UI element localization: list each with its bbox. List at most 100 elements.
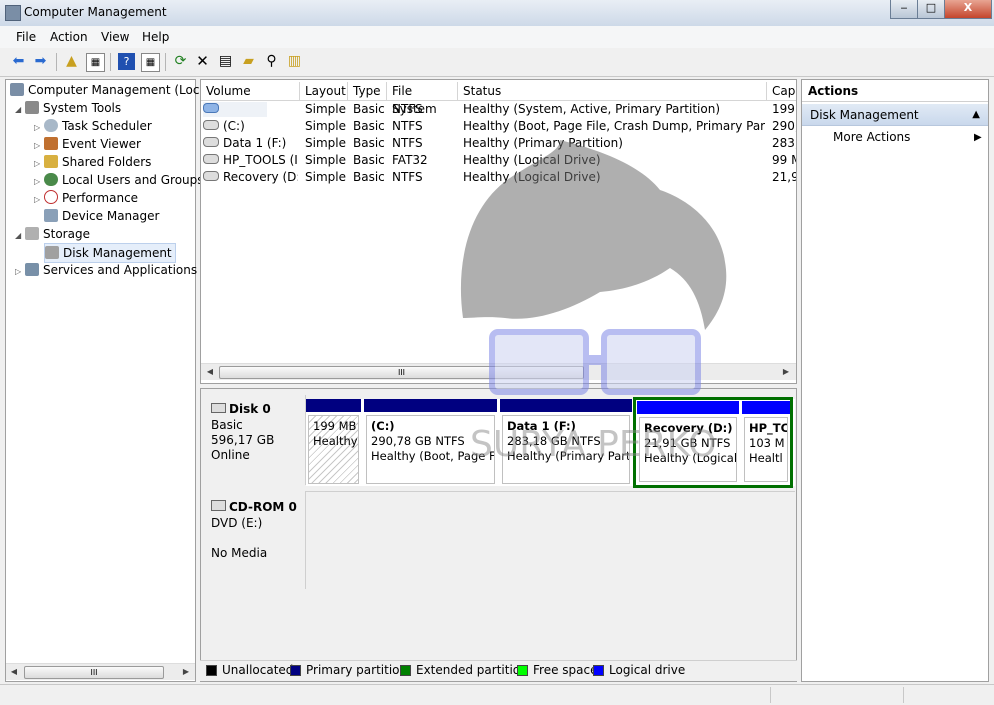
cell-status: Healthy (Logical Drive) <box>463 153 601 167</box>
forward-arrow-icon[interactable]: ➡ <box>32 53 49 70</box>
volume-icon <box>203 137 219 147</box>
help-icon[interactable]: ? <box>118 53 135 70</box>
cd-drive-icon <box>211 500 226 511</box>
menu-file[interactable]: File <box>16 30 36 44</box>
partition-system-reserved[interactable]: 199 MB Healthy <box>306 399 361 486</box>
table-row[interactable]: Recovery (D:) Simple Basic NTFS Healthy (Log… <box>201 169 796 186</box>
open-folder-icon[interactable]: ▰ <box>240 53 257 70</box>
table-row[interactable]: Data 1 (F:) Simple Basic NTFS Healthy (Prima… <box>201 135 796 152</box>
list-horizontal-scrollbar[interactable]: ◀ III ▶ <box>201 363 796 380</box>
cell-volume: Data 1 (F:) <box>203 135 298 152</box>
properties-icon[interactable]: ▤ <box>217 53 234 70</box>
partition-size: 290,78 GB NTFS <box>371 434 465 448</box>
disk0-info[interactable]: Disk 0 Basic 596,17 GB Online <box>204 395 306 485</box>
partition-legend: Unallocated Primary partition Extended p… <box>200 660 797 681</box>
show-hide-tree-icon[interactable]: ▦ <box>86 53 105 72</box>
cdrom0-area <box>306 491 795 590</box>
tree-item-device-manager[interactable]: Device Manager <box>44 207 159 225</box>
disk0-state: Online <box>211 448 250 462</box>
partition-data1-f[interactable]: Data 1 (F:) 283,18 GB NTFS Healthy (Prim… <box>500 399 632 486</box>
actions-pane: Actions Disk Management ▲ More Actions ▶ <box>801 79 989 682</box>
more-actions[interactable]: More Actions <box>833 130 910 144</box>
partition-size: 199 MB <box>313 419 357 433</box>
close-button[interactable]: X <box>944 0 992 19</box>
cell-cap: 283, <box>772 136 796 150</box>
actions-section-disk-management[interactable]: Disk Management ▲ <box>802 104 988 126</box>
legend-swatch-free-space <box>517 665 528 676</box>
collapse-arrow-icon[interactable]: ◢ <box>15 101 25 119</box>
col-layout[interactable]: Layout <box>300 82 348 100</box>
up-folder-icon[interactable]: ▲ <box>63 53 80 70</box>
partition-status: Healthy (Boot, Page Fil <box>371 449 495 463</box>
table-row[interactable]: HP_TOOLS (I:) Simple Basic FAT32 Healthy (Lo… <box>201 152 796 169</box>
cdrom0-state: No Media <box>211 546 268 560</box>
scroll-right-icon[interactable]: ▶ <box>179 665 193 679</box>
col-file-system[interactable]: File System <box>387 82 458 116</box>
scrollbar-thumb[interactable]: III <box>219 366 584 379</box>
delete-icon[interactable]: ✕ <box>194 53 211 70</box>
cdrom0-info[interactable]: CD-ROM 0 DVD (E:) No Media <box>204 491 306 589</box>
legend-logical: Logical drive <box>609 663 686 677</box>
cell-volume: Recovery (D:) <box>203 169 298 186</box>
cell-fs: NTFS <box>392 102 423 116</box>
cell-type: Basic <box>353 119 385 133</box>
refresh-icon[interactable]: ⟳ <box>172 53 189 70</box>
cell-status: Healthy (Logical Drive) <box>463 170 601 184</box>
toolbar: ⬅ ➡ ▲ ▦ ? ▦ ⟳ ✕ ▤ ▰ ⚲ ▥ <box>0 48 994 77</box>
col-status[interactable]: Status <box>458 82 767 100</box>
cell-volume <box>203 101 298 118</box>
tree-item-computer-management[interactable]: Computer Management (Local <box>10 81 210 99</box>
scroll-left-icon[interactable]: ◀ <box>7 665 21 679</box>
legend-extended: Extended partition <box>416 663 528 677</box>
tree-item-disk-management[interactable]: Disk Management <box>44 243 176 263</box>
tree-item-storage[interactable]: ◢ Storage <box>15 225 90 243</box>
col-type[interactable]: Type <box>348 82 387 100</box>
expand-arrow-icon[interactable]: ▷ <box>15 263 25 281</box>
tree-item-shared-folders[interactable]: ▷ Shared Folders <box>34 153 151 171</box>
maximize-button[interactable]: □ <box>917 0 945 19</box>
cell-fs: NTFS <box>392 170 423 184</box>
tree-horizontal-scrollbar[interactable]: ◀ III ▶ <box>6 663 195 680</box>
tree-item-performance[interactable]: ▷ Performance <box>34 189 138 207</box>
expand-arrow-icon[interactable]: ▷ <box>34 191 44 209</box>
menu-view[interactable]: View <box>101 30 129 44</box>
legend-swatch-primary <box>290 665 301 676</box>
disk0-label: Disk 0 <box>211 402 271 416</box>
disk-icon <box>211 403 226 413</box>
cell-status: Healthy (Primary Partition) <box>463 136 623 150</box>
tree-item-event-viewer[interactable]: ▷ Event Viewer <box>34 135 141 153</box>
scrollbar-thumb[interactable]: III <box>24 666 164 679</box>
collapse-arrow-icon[interactable]: ◢ <box>15 227 25 245</box>
tree-item-task-scheduler[interactable]: ▷ Task Scheduler <box>34 117 152 135</box>
tree-item-services-applications[interactable]: ▷ Services and Applications <box>15 261 197 279</box>
partition-status: Healthy <box>313 434 358 448</box>
table-row[interactable]: (C:) Simple Basic NTFS Healthy (Boot, Page F… <box>201 118 796 135</box>
legend-swatch-extended <box>400 665 411 676</box>
collapse-up-icon[interactable]: ▲ <box>972 104 980 126</box>
tree-item-local-users-groups[interactable]: ▷ Local Users and Groups <box>34 171 204 189</box>
search-icon[interactable]: ⚲ <box>263 53 280 70</box>
minimize-button[interactable]: ‒ <box>890 0 918 19</box>
col-capacity[interactable]: Cap <box>767 82 796 100</box>
partition-hp-tools[interactable]: HP_TC 103 M Healtl <box>742 401 790 484</box>
cell-type: Basic <box>353 102 385 116</box>
scroll-left-icon[interactable]: ◀ <box>203 365 217 379</box>
menu-help[interactable]: Help <box>142 30 169 44</box>
menu-action[interactable]: Action <box>50 30 88 44</box>
partition-c[interactable]: (C:) 290,78 GB NTFS Healthy (Boot, Page … <box>364 399 497 486</box>
partition-status: Healthy (Logical <box>644 451 737 465</box>
list-view-icon[interactable]: ▥ <box>286 53 303 70</box>
partition-recovery-d[interactable]: Recovery (D:) 21,91 GB NTFS Healthy (Log… <box>637 401 739 484</box>
col-volume[interactable]: Volume <box>201 82 300 100</box>
cell-type: Basic <box>353 153 385 167</box>
tree-item-system-tools[interactable]: ◢ System Tools <box>15 99 121 117</box>
cell-cap: 290, <box>772 119 796 133</box>
scroll-right-icon[interactable]: ▶ <box>779 365 793 379</box>
back-arrow-icon[interactable]: ⬅ <box>10 53 27 70</box>
table-row[interactable]: Simple Basic NTFS Healthy (System, Active, … <box>201 101 796 118</box>
cell-type: Basic <box>353 170 385 184</box>
cell-volume: HP_TOOLS (I:) <box>203 152 298 169</box>
legend-free-space: Free space <box>533 663 598 677</box>
partition-name: HP_TC <box>749 421 788 435</box>
show-hide-action-pane-icon[interactable]: ▦ <box>141 53 160 72</box>
